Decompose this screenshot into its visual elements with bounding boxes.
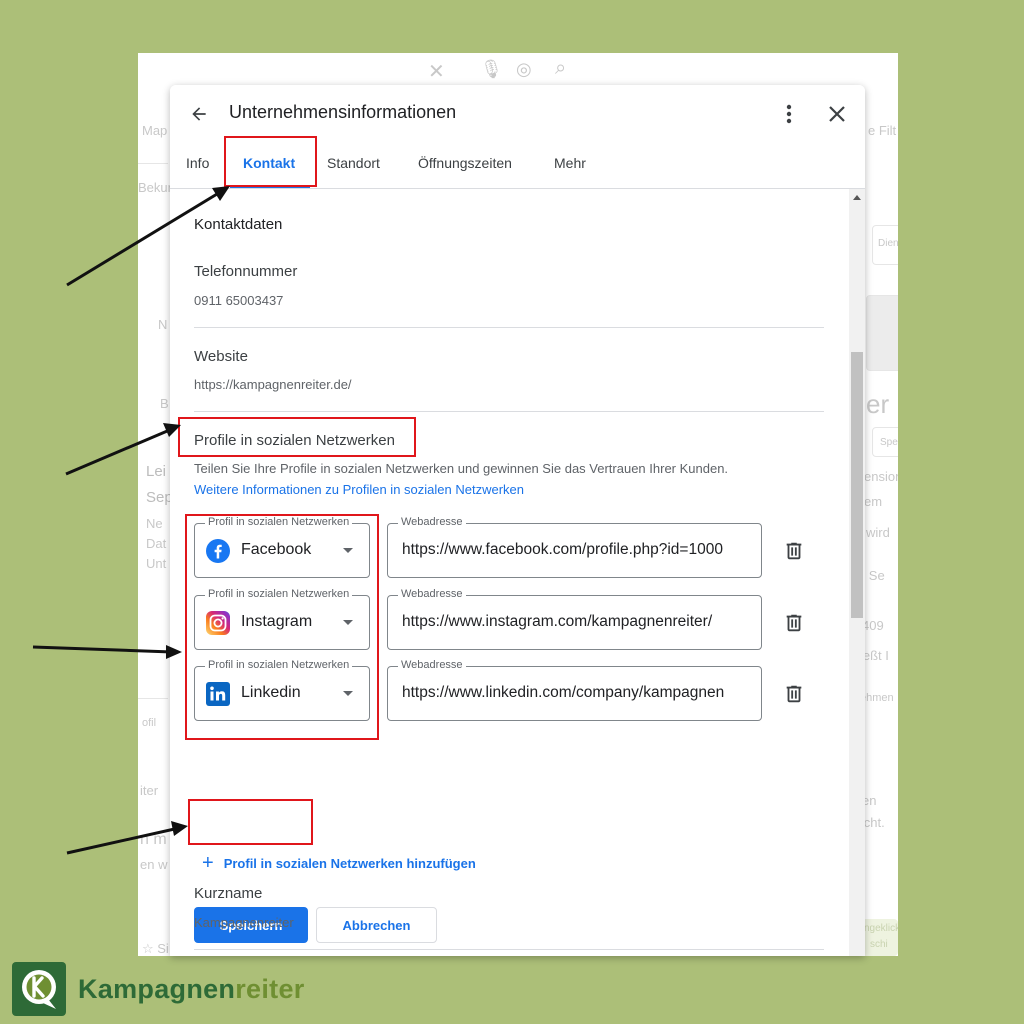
- tab-standort[interactable]: Standort: [327, 155, 380, 171]
- bg-text: ension: [864, 469, 898, 484]
- bg-text: B: [160, 396, 169, 411]
- active-tab-indicator: [230, 185, 310, 188]
- facebook-icon: [206, 539, 230, 563]
- close-button[interactable]: [822, 99, 852, 129]
- bg-text: Ne: [146, 516, 163, 531]
- linkedin-icon: [206, 682, 230, 706]
- close-icon: [829, 106, 845, 122]
- social-url-input[interactable]: Webadresse https://www.facebook.com/prof…: [387, 516, 762, 578]
- brand-name-part1: Kampagnen: [78, 973, 236, 1004]
- divider: [194, 949, 824, 950]
- social-url-value: https://www.linkedin.com/company/kampagn…: [402, 684, 725, 701]
- bg-text: er: [866, 389, 890, 419]
- section-title-contact: Kontaktdaten: [194, 216, 283, 233]
- social-url-value: https://www.facebook.com/profile.php?id=…: [402, 541, 723, 558]
- cancel-button[interactable]: Abbrechen: [316, 907, 437, 943]
- bg-search-icon: ⌕: [555, 57, 567, 79]
- bg-text: em: [864, 494, 883, 509]
- brand-name-part2: reiter: [235, 973, 305, 1004]
- bg-text: ehmen: [860, 692, 894, 704]
- field-label: Webadresse: [398, 516, 466, 528]
- field-label: Webadresse: [398, 659, 466, 671]
- add-social-profile-label: Profil in sozialen Netzwerken hinzufügen: [223, 855, 476, 871]
- divider: [194, 411, 824, 412]
- social-section-title: Profile in sozialen Netzwerken: [194, 432, 395, 449]
- dialog-body: Kontaktdaten Telefonnummer 0911 65003437…: [170, 189, 849, 956]
- dropdown-caret-icon: [343, 691, 353, 696]
- bg-text: iter: [140, 783, 159, 798]
- social-network-select[interactable]: Profil in sozialen Netzwerken Facebook: [194, 516, 370, 578]
- bg-divider: [138, 163, 168, 164]
- website-label: Website: [194, 348, 248, 365]
- brand-logo-area: Kampagnenreiter: [12, 962, 305, 1016]
- divider: [194, 327, 824, 328]
- bg-lens-icon: ◎: [516, 59, 532, 79]
- kampagnenreiter-logo-icon: [12, 962, 66, 1016]
- social-network-value: Instagram: [241, 613, 313, 630]
- bg-text: en w: [140, 857, 168, 872]
- scroll-up-arrow-icon[interactable]: [853, 195, 861, 200]
- bg-text: ngeklickt: [864, 923, 898, 934]
- bg-divider: [138, 698, 168, 699]
- tab-mehr[interactable]: Mehr: [554, 155, 586, 171]
- plus-icon: +: [202, 852, 214, 874]
- social-network-value: Linkedin: [241, 684, 301, 701]
- social-url-input[interactable]: Webadresse https://www.linkedin.com/comp…: [387, 659, 762, 721]
- bg-close-icon: ✕: [428, 61, 445, 83]
- bg-text: Unt: [146, 556, 167, 571]
- scrollbar-thumb[interactable]: [851, 352, 863, 618]
- bg-mic-icon: 🎙: [480, 59, 503, 79]
- tab-info[interactable]: Info: [186, 155, 209, 171]
- bg-text: e Filt: [868, 123, 897, 138]
- social-help-link[interactable]: Weitere Informationen zu Profilen in soz…: [194, 482, 524, 497]
- dialog-header: Unternehmensinformationen Info Kontakt S…: [170, 85, 865, 189]
- bg-text: Lei: [146, 463, 167, 480]
- phone-value[interactable]: 0911 65003437: [194, 293, 283, 308]
- bg-text: ☆ Si: [142, 941, 169, 956]
- instagram-icon: [206, 611, 230, 635]
- social-url-input[interactable]: Webadresse https://www.instagram.com/kam…: [387, 588, 762, 650]
- social-network-select[interactable]: Profil in sozialen Netzwerken Instagram: [194, 588, 370, 650]
- bg-text: wird: [866, 525, 890, 540]
- tab-oeffnungszeiten[interactable]: Öffnungszeiten: [418, 155, 512, 171]
- delete-icon[interactable]: [783, 683, 805, 705]
- bg-text: Map: [142, 123, 168, 138]
- business-info-dialog: Unternehmensinformationen Info Kontakt S…: [170, 85, 865, 956]
- shortname-value[interactable]: Kampagnenreiter: [194, 915, 294, 930]
- website-value[interactable]: https://kampagnenreiter.de/: [194, 377, 352, 392]
- bg-text: Sper: [880, 437, 898, 448]
- social-network-select[interactable]: Profil in sozialen Netzwerken Linkedin: [194, 659, 370, 721]
- brand-name: Kampagnenreiter: [78, 974, 305, 1005]
- phone-label: Telefonnummer: [194, 263, 298, 280]
- more-vert-icon: [786, 104, 792, 124]
- arrow-back-icon: [192, 107, 206, 121]
- bg-text: n m: [140, 831, 167, 848]
- delete-icon[interactable]: [783, 612, 805, 634]
- bg-text: N: [158, 317, 168, 332]
- social-url-value: https://www.instagram.com/kampagnenreite…: [402, 613, 713, 630]
- social-help-text: Teilen Sie Ihre Profile in sozialen Netz…: [194, 461, 729, 476]
- bg-image: [866, 295, 898, 371]
- more-options-button[interactable]: [776, 99, 802, 129]
- field-label: Webadresse: [398, 588, 466, 600]
- back-button[interactable]: [184, 99, 214, 129]
- shortname-label: Kurzname: [194, 885, 263, 902]
- scrollbar[interactable]: [849, 189, 865, 956]
- field-label: Profil in sozialen Netzwerken: [205, 516, 353, 528]
- field-label: Profil in sozialen Netzwerken: [205, 588, 353, 600]
- dialog-title: Unternehmensinformationen: [229, 102, 457, 122]
- bg-text: schi: [870, 939, 888, 950]
- bg-text: 409: [862, 618, 884, 633]
- bg-text: Dienst: [878, 238, 898, 249]
- field-label: Profil in sozialen Netzwerken: [205, 659, 353, 671]
- add-social-profile-button[interactable]: + Profil in sozialen Netzwerken hinzufüg…: [202, 852, 476, 874]
- tab-kontakt[interactable]: Kontakt: [243, 155, 295, 171]
- social-network-value: Facebook: [241, 541, 312, 558]
- bg-text: ofil: [142, 717, 157, 729]
- bg-text: Sep: [146, 489, 173, 506]
- bg-text: Dat: [146, 536, 167, 551]
- dropdown-caret-icon: [343, 620, 353, 625]
- delete-icon[interactable]: [783, 540, 805, 562]
- dropdown-caret-icon: [343, 548, 353, 553]
